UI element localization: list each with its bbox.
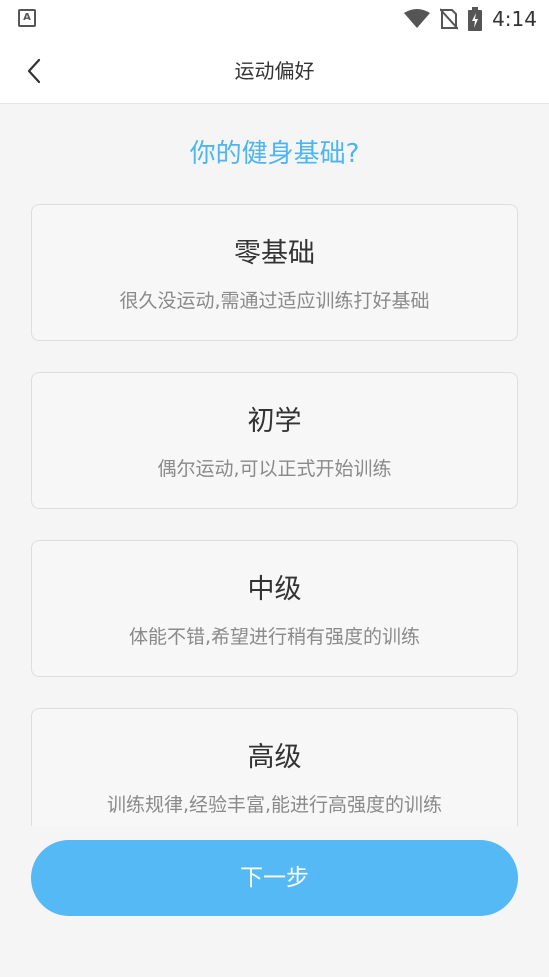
- battery-charging-icon: [468, 7, 483, 31]
- option-title: 高级: [247, 742, 302, 773]
- status-bar: A 4:14: [0, 0, 549, 38]
- next-step-button[interactable]: 下一步: [31, 840, 518, 916]
- option-beginner[interactable]: 初学 偶尔运动,可以正式开始训练: [31, 372, 518, 509]
- option-title: 零基础: [234, 238, 315, 269]
- option-advanced[interactable]: 高级 训练规律,经验丰富,能进行高强度的训练: [31, 708, 518, 826]
- option-description: 训练规律,经验丰富,能进行高强度的训练: [106, 794, 443, 816]
- no-sim-icon: [440, 8, 459, 30]
- nav-bar: 运动偏好: [0, 38, 549, 104]
- option-description: 偶尔运动,可以正式开始训练: [157, 458, 392, 480]
- status-icons: 4:14: [404, 6, 537, 32]
- option-zero-basis[interactable]: 零基础 很久没运动,需通过适应训练打好基础: [31, 204, 518, 341]
- option-title: 初学: [247, 406, 302, 437]
- page-title: 运动偏好: [234, 59, 315, 83]
- option-description: 体能不错,希望进行稍有强度的训练: [128, 626, 421, 648]
- option-intermediate[interactable]: 中级 体能不错,希望进行稍有强度的训练: [31, 540, 518, 677]
- question-heading: 你的健身基础?: [189, 139, 360, 169]
- option-title: 中级: [247, 574, 302, 605]
- fitness-level-options: 零基础 很久没运动,需通过适应训练打好基础 初学 偶尔运动,可以正式开始训练 中…: [0, 204, 549, 826]
- option-description: 很久没运动,需通过适应训练打好基础: [119, 290, 430, 312]
- wifi-icon: [404, 9, 431, 28]
- text-a-icon: A: [18, 9, 36, 27]
- status-time: 4:14: [492, 7, 537, 31]
